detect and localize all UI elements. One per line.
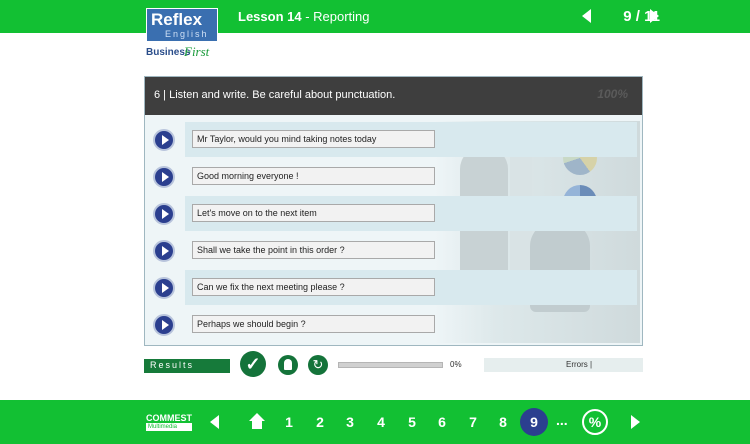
page-link-6[interactable]: 6: [432, 414, 452, 430]
home-icon[interactable]: [249, 413, 265, 429]
commest-brand: COMMEST: [146, 413, 192, 423]
lesson-page: Lesson 14 - Reporting 9 / 11 Reflex Engl…: [0, 0, 750, 444]
top-bar: Lesson 14 - Reporting 9 / 11: [0, 0, 750, 33]
more-pages[interactable]: ...: [556, 412, 568, 428]
commest-logo: COMMEST Multimedia: [146, 414, 192, 431]
previous-screen-button[interactable]: [582, 9, 591, 23]
home-roof: [249, 413, 265, 421]
bottom-nav-bar: COMMEST Multimedia 1 2 3 4 5 6 7 8 9 ...…: [0, 400, 750, 444]
progress-bar: [338, 362, 443, 368]
dictation-row: [145, 232, 642, 269]
page-link-5[interactable]: 5: [402, 414, 422, 430]
exercise-header: 6 | Listen and write. Be careful about p…: [145, 77, 642, 115]
home-base: [252, 421, 262, 429]
reset-icon[interactable]: ↻: [308, 355, 328, 375]
dictation-row: [145, 195, 642, 232]
lesson-title: Lesson 14 - Reporting: [238, 9, 370, 24]
logo-box: Reflex English: [146, 8, 218, 42]
page-link-1[interactable]: 1: [279, 414, 299, 430]
answer-field[interactable]: [192, 204, 435, 222]
play-audio-icon[interactable]: [153, 277, 175, 299]
exercise-panel: 6 | Listen and write. Be careful about p…: [144, 76, 643, 346]
dictation-row: [145, 158, 642, 195]
reflex-english-logo: Reflex English Business First: [146, 8, 218, 64]
errors-label: Errors |: [566, 360, 593, 369]
page-link-4[interactable]: 4: [371, 414, 391, 430]
answer-field[interactable]: [192, 278, 435, 296]
page-link-2[interactable]: 2: [310, 414, 330, 430]
play-audio-icon[interactable]: [153, 240, 175, 262]
play-audio-icon[interactable]: [153, 203, 175, 225]
current-page[interactable]: 9: [520, 408, 548, 436]
lesson-label: Lesson 14: [238, 9, 302, 24]
lesson-topic: - Reporting: [301, 9, 370, 24]
logo-line2: First: [184, 44, 210, 59]
answer-field[interactable]: [192, 315, 435, 333]
logo-brand: Reflex: [151, 10, 203, 29]
exercise-instruction: 6 | Listen and write. Be careful about p…: [154, 89, 396, 101]
logo-language: English: [165, 29, 209, 39]
previous-page-button[interactable]: [210, 415, 219, 429]
answer-field[interactable]: [192, 130, 435, 148]
answer-field[interactable]: [192, 241, 435, 259]
page-link-3[interactable]: 3: [340, 414, 360, 430]
next-page-button[interactable]: [631, 415, 640, 429]
results-label: Results: [144, 359, 230, 371]
hint-lock-icon[interactable]: [278, 355, 298, 375]
dictation-row: [145, 269, 642, 306]
next-screen-button[interactable]: [650, 9, 659, 23]
page-link-8[interactable]: 8: [493, 414, 513, 430]
commest-sub: Multimedia: [146, 423, 192, 431]
play-audio-icon[interactable]: [153, 314, 175, 336]
score-icon[interactable]: %: [582, 409, 608, 435]
play-audio-icon[interactable]: [153, 166, 175, 188]
dictation-row: [145, 121, 642, 158]
answer-field[interactable]: [192, 167, 435, 185]
play-audio-icon[interactable]: [153, 129, 175, 151]
errors-box: Errors |: [484, 358, 643, 372]
check-answers-button[interactable]: ✓: [240, 351, 266, 377]
progress-percent: 0%: [450, 360, 462, 369]
results-bar: Results ✓ ↻ 0% Errors |: [144, 351, 643, 377]
dictation-row: [145, 306, 642, 343]
score-stamp: 100%: [597, 87, 628, 101]
page-link-7[interactable]: 7: [463, 414, 483, 430]
results-underline: [144, 371, 230, 373]
